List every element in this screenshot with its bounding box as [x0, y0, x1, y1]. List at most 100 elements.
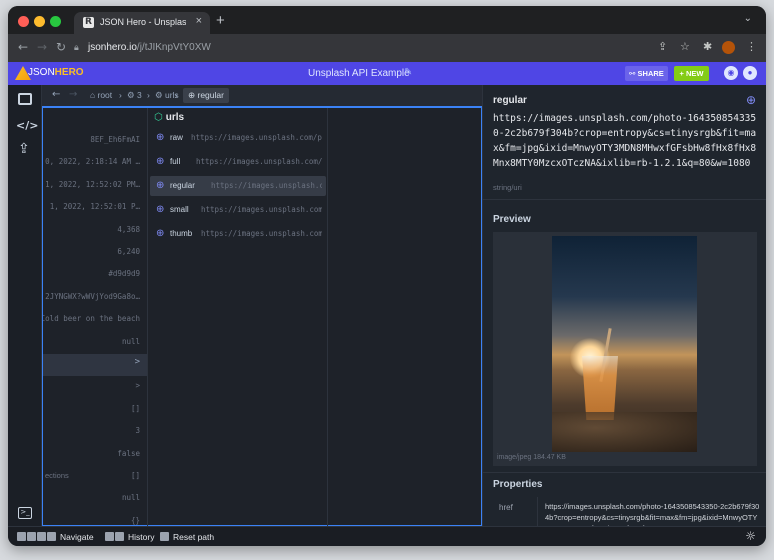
urls-item-value: https://images.unsplash.com/ph…	[196, 157, 322, 166]
column-row[interactable]: >	[43, 354, 147, 376]
column-row-key: ections	[45, 471, 69, 480]
new-label: NEW	[685, 69, 704, 78]
new-button[interactable]: + NEW	[674, 66, 709, 81]
theme-toggle-icon[interactable]: ☼	[745, 529, 756, 543]
arrow-key-left-icon	[17, 532, 26, 541]
column-row-value: Cold beer on the beach	[43, 314, 140, 324]
column-header-label: urls	[165, 112, 185, 123]
arrow-key-right-icon	[47, 532, 56, 541]
preview-image[interactable]	[552, 236, 697, 452]
column-row-value: null	[121, 493, 140, 503]
column-row-value: 1, 2022, 12:52:01 P…	[49, 202, 140, 212]
share-button[interactable]: ⚯ SHARE	[625, 66, 668, 81]
status-bar: Navigate History Reset path ☼	[8, 526, 766, 546]
column-row-value: false	[117, 448, 140, 458]
github-icon[interactable]: ●	[743, 66, 757, 80]
profile-icon[interactable]	[722, 41, 735, 54]
breadcrumb-3[interactable]: ⚙ 3	[127, 90, 142, 101]
path-forward-icon[interactable]: →	[69, 89, 77, 100]
urls-column: ⬡ urls ⊕ raw https://images.unsplash.com/ph…	[148, 108, 328, 526]
maximize-window-button[interactable]	[50, 16, 61, 27]
path-back-icon[interactable]: ←	[52, 89, 60, 100]
column-row[interactable]: null	[43, 332, 147, 354]
extension-icon[interactable]: ✱	[703, 40, 712, 53]
column-row[interactable]: null	[43, 488, 147, 510]
column-row[interactable]: {}	[43, 511, 147, 526]
breadcrumb-regular[interactable]: ⊕ regular	[183, 88, 229, 103]
discord-icon[interactable]: ◉	[724, 66, 738, 80]
history-hint: History	[128, 532, 155, 542]
column-row[interactable]: 6,240	[43, 242, 147, 264]
column-row[interactable]: ections []	[43, 466, 147, 488]
lock-icon: 🔒︎	[74, 42, 79, 52]
urls-item-full[interactable]: ⊕ full https://images.unsplash.com/ph…	[150, 152, 326, 172]
breadcrumb-root[interactable]: ⌂ root	[90, 90, 112, 100]
column-row[interactable]: #d9d9d9	[43, 264, 147, 286]
breadcrumb-regular-label: regular	[197, 90, 224, 100]
terminal-icon[interactable]: >_	[18, 507, 32, 519]
tab-title: JSON Hero - Unsplash API Example	[100, 17, 186, 27]
menu-icon[interactable]: ⋮	[746, 40, 757, 53]
column-row[interactable]: 4,368	[43, 220, 147, 242]
column-row[interactable]: 1, 2022, 12:52:01 P…	[43, 197, 147, 219]
logo-hero-text: HERO	[54, 67, 84, 78]
column-row[interactable]: >	[43, 376, 147, 398]
column-row-value: >	[135, 381, 140, 391]
column-row[interactable]: 1, 2022, 12:52:02 PM…	[43, 175, 147, 197]
close-tab-icon[interactable]: ×	[196, 15, 202, 27]
column-row-value: 4,368	[117, 224, 140, 234]
property-key: href	[499, 503, 513, 512]
code-view-icon[interactable]: </>	[16, 119, 38, 132]
address-bar[interactable]: jsonhero.io/j/tJIKnpVtY0XW	[88, 42, 211, 53]
breadcrumb-separator: ›	[175, 90, 178, 100]
object-icon: ⚙	[155, 90, 165, 100]
close-window-button[interactable]	[18, 16, 29, 27]
edit-title-icon[interactable]: ✎	[404, 67, 412, 78]
column-row[interactable]: 3	[43, 421, 147, 443]
browser-toolbar: ← → ↻ 🔒︎ jsonhero.io/j/tJIKnpVtY0XW ⇪ ☆ …	[8, 34, 766, 62]
globe-icon: ⊕	[156, 132, 165, 143]
share-icon[interactable]: ⇪	[658, 40, 667, 53]
path-bar: ← → ⌂ root › ⚙ 3 › ⚙ urls › ⊕ regular	[42, 85, 482, 106]
globe-icon[interactable]: ⊕	[746, 93, 756, 107]
new-tab-icon[interactable]: +	[216, 12, 225, 29]
column-row[interactable]: 0, 2022, 2:18:14 AM …	[43, 152, 147, 174]
column-row-value: []	[130, 403, 140, 413]
navigate-hint: Navigate	[60, 532, 94, 542]
forward-icon[interactable]: →	[37, 40, 47, 54]
escape-key-icon	[160, 532, 169, 541]
browser-tab[interactable]: R JSON Hero - Unsplash API Example ×	[74, 12, 210, 34]
column-row-value: 3	[135, 426, 140, 436]
column-row[interactable]: 2JYNGWX?wWVjYod9Ga8o…	[43, 287, 147, 309]
column-row[interactable]: 8EF_Eh6FmAI	[43, 130, 147, 152]
column-row-value: 1, 2022, 12:52:02 PM…	[45, 179, 140, 189]
image-cup	[582, 356, 618, 420]
column-row[interactable]: false	[43, 444, 147, 466]
column-row[interactable]: Cold beer on the beach	[43, 309, 147, 331]
urls-item-regular[interactable]: ⊕ regular https://images.unsplash.com…	[150, 176, 326, 196]
tab-search-chevron-icon[interactable]: ⌄	[744, 13, 752, 24]
back-icon[interactable]: ←	[18, 40, 28, 54]
column-row-value: 0, 2022, 2:18:14 AM …	[45, 157, 140, 167]
urls-item-thumb[interactable]: ⊕ thumb https://images.unsplash.com/…	[150, 224, 326, 244]
urls-item-value: https://images.unsplash.com…	[211, 181, 322, 190]
minimize-window-button[interactable]	[34, 16, 45, 27]
divider	[483, 472, 766, 473]
property-value[interactable]: https://images.unsplash.com/photo-164350…	[545, 501, 761, 526]
reset-path-hint: Reset path	[173, 532, 215, 542]
breadcrumb-separator: ›	[119, 90, 122, 100]
urls-item-raw[interactable]: ⊕ raw https://images.unsplash.com/ph…	[150, 128, 326, 148]
column-view-icon[interactable]	[18, 93, 32, 105]
breadcrumb-3-label: 3	[136, 90, 142, 100]
cloud-upload-icon[interactable]: ⇪	[18, 141, 30, 157]
column-row-value: null	[121, 336, 140, 346]
column-row[interactable]: []	[43, 399, 147, 421]
detail-value[interactable]: https://images.unsplash.com/photo-164350…	[493, 111, 761, 171]
urls-item-small[interactable]: ⊕ small https://images.unsplash.com/p…	[150, 200, 326, 220]
preview-meta: image/jpeg 184.47 KB	[497, 454, 566, 461]
urls-item-key: small	[170, 205, 189, 214]
app-logo[interactable]: JSONHERO	[28, 67, 84, 78]
star-icon[interactable]: ☆	[680, 40, 690, 53]
urls-item-value: https://images.unsplash.com/p…	[201, 205, 322, 214]
reload-icon[interactable]: ↻	[56, 40, 66, 54]
